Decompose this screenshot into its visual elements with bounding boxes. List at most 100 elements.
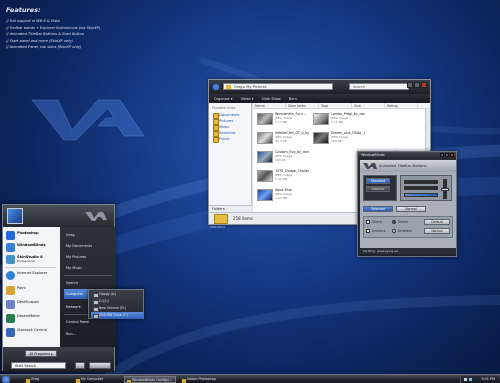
start-search-input[interactable]: Start Search xyxy=(11,362,66,369)
taskbar-button-greg[interactable]: Greg xyxy=(24,376,58,383)
slideshow-button[interactable]: Slide Show xyxy=(262,97,281,101)
start-button[interactable] xyxy=(2,376,10,383)
features-title: Features: xyxy=(6,6,41,14)
folder-icon xyxy=(214,214,228,224)
program-deskscapes[interactable]: DeskScapes xyxy=(6,299,58,310)
back-icon[interactable] xyxy=(212,83,220,91)
column-rating[interactable]: Rating xyxy=(385,103,418,108)
nav-item-public[interactable]: Public xyxy=(209,136,251,143)
unselect-radio[interactable] xyxy=(392,229,396,233)
explorer-titlebar[interactable]: Greg ▸ My Pictures Search xyxy=(209,80,430,94)
all-programs-button[interactable]: All Programs ▸ xyxy=(25,350,57,357)
file-size: 189 KB xyxy=(331,139,342,143)
program-name: Photoshop xyxy=(17,231,39,235)
address-bar[interactable]: Greg ▸ My Pictures xyxy=(223,83,333,90)
program-internet-explorer[interactable]: Internet Explorer xyxy=(6,270,58,281)
progress-bar xyxy=(404,186,438,190)
power-icon[interactable] xyxy=(75,362,85,369)
burn-button[interactable]: Burn xyxy=(289,97,297,101)
network-icon[interactable] xyxy=(469,378,472,381)
maximize-button[interactable] xyxy=(414,82,420,88)
program-name: Stardock Central xyxy=(17,328,48,332)
uncheck-label: Uncheck xyxy=(372,229,386,233)
file-size: 2.41 MB xyxy=(275,177,288,181)
lock-icon[interactable] xyxy=(89,362,111,369)
drive-d[interactable]: New Volume (D:) xyxy=(91,305,143,312)
taskbar-button-photoshop[interactable]: Adobe Photoshop xyxy=(180,376,228,383)
file-item[interactable]: Dream_cars_FINAL_1280... JPEG Image 189 … xyxy=(313,131,365,147)
program-paint[interactable]: Paint xyxy=(6,285,58,296)
internet-explorer-icon xyxy=(6,271,15,280)
normal-button-2[interactable]: Normal xyxy=(424,228,450,234)
program-dreammaker[interactable]: DreamMaker xyxy=(6,313,58,324)
stardock-central-icon xyxy=(6,328,15,337)
file-item[interactable]: 1970_Dodge_Challenger... JPEG Image 2.41… xyxy=(257,169,309,185)
system-tray: 9:41 PM xyxy=(460,376,498,383)
taskbar-button-my-computer[interactable]: My Computer xyxy=(74,376,116,383)
program-name: WindowBlinds xyxy=(17,243,46,247)
search-input[interactable]: Search xyxy=(349,83,409,90)
column-name[interactable]: Name xyxy=(253,103,286,108)
file-item[interactable]: Lambo_Prdgl_by_danger... JPEG Image 1.71… xyxy=(313,112,365,128)
features-text: Features: // Full support in WB 6 & Vist… xyxy=(6,6,146,51)
program-photoshop[interactable]: Photoshop xyxy=(6,230,58,241)
close-button[interactable] xyxy=(421,82,427,88)
column-size[interactable]: Size xyxy=(352,103,385,108)
file-size: 94.7 KB xyxy=(275,139,287,143)
organize-button[interactable]: Organize ▾ xyxy=(214,97,233,101)
minimize-button[interactable] xyxy=(407,82,413,88)
slider-thumb[interactable] xyxy=(441,188,449,191)
close-button[interactable] xyxy=(450,153,454,157)
uncheck-checkbox[interactable] xyxy=(366,229,370,233)
dialog-titlebar[interactable]: WindowBlinds xyxy=(358,152,456,159)
program-stardock-central[interactable]: Stardock Central xyxy=(6,327,58,338)
file-thumbnail xyxy=(257,151,273,163)
column-tags[interactable]: Tags xyxy=(319,103,352,108)
check-checkbox[interactable] xyxy=(366,220,370,224)
file-item[interactable]: Custom_Evo_by_danger.jpg JPEG Image 169 … xyxy=(257,150,309,166)
place-run[interactable]: Run... xyxy=(64,329,112,339)
pinned-programs: Photoshop WindowBlinds SkinStudio 6 Prof… xyxy=(3,227,60,347)
file-item[interactable]: Aqua Blue JPEG Image 1.43 MB xyxy=(257,188,309,204)
file-size: 1.77 MB xyxy=(275,120,288,124)
column-header: Name Date taken Tags Size Rating xyxy=(253,103,430,109)
dialog-footer: My Blog: www.pying.ea xyxy=(360,248,456,254)
tab-standard[interactable]: Standard xyxy=(366,178,390,184)
taskbar-button-windowblinds[interactable]: WindowBlinds Configu... xyxy=(124,376,176,383)
tab-inactive[interactable]: Inactive xyxy=(366,186,390,192)
file-thumbnail xyxy=(257,113,273,125)
drive-dvd[interactable]: DVD RW Drive (F:) xyxy=(91,312,143,319)
column-date[interactable]: Date taken xyxy=(286,103,319,108)
place-my-music[interactable]: My Music xyxy=(64,263,112,273)
select-radio[interactable] xyxy=(392,220,396,224)
selected-button[interactable]: Selected xyxy=(363,206,393,212)
drive-c[interactable]: C:\(C:) xyxy=(91,298,143,305)
program-skinstudio[interactable]: SkinStudio 6 Professional xyxy=(6,254,58,265)
slider-area xyxy=(400,175,452,201)
file-thumbnail xyxy=(257,132,273,144)
minimize-button[interactable] xyxy=(440,153,444,157)
volume-icon[interactable] xyxy=(464,378,467,381)
program-windowblinds[interactable]: WindowBlinds xyxy=(6,242,58,253)
views-button[interactable]: Views ▾ xyxy=(241,97,254,101)
program-name: Internet Explorer xyxy=(17,271,48,275)
folders-toggle[interactable]: Folders xyxy=(209,205,252,212)
program-name: DeskScapes xyxy=(17,300,39,304)
windowblinds-dialog[interactable]: WindowBlinds Animated TitleBar Buttons S… xyxy=(357,151,457,257)
file-item[interactable]: InfiniteCHN_GT_0_by_dan... JPEG Image 94… xyxy=(257,131,309,147)
default-button[interactable]: Default xyxy=(424,219,450,225)
file-thumbnail xyxy=(313,113,329,125)
place-user[interactable]: Greg xyxy=(64,230,112,240)
maximize-button[interactable] xyxy=(445,153,449,157)
place-search[interactable]: Search xyxy=(64,278,112,288)
place-my-pictures[interactable]: My Pictures xyxy=(64,252,112,262)
select-label: Select xyxy=(398,220,408,224)
file-item[interactable]: Wmplanktn_Furn... JPEG Image 1.77 MB xyxy=(257,112,309,128)
drive-floppy[interactable]: Floppy (A:) xyxy=(91,291,143,298)
clock[interactable]: 9:41 PM xyxy=(481,376,495,383)
file-size: 1.71 MB xyxy=(331,120,344,124)
normal-button[interactable]: Normal xyxy=(396,206,426,212)
dialog-header: Animated TitleBar Buttons xyxy=(360,160,456,172)
user-avatar[interactable] xyxy=(7,208,23,224)
place-my-documents[interactable]: My Documents xyxy=(64,241,112,251)
